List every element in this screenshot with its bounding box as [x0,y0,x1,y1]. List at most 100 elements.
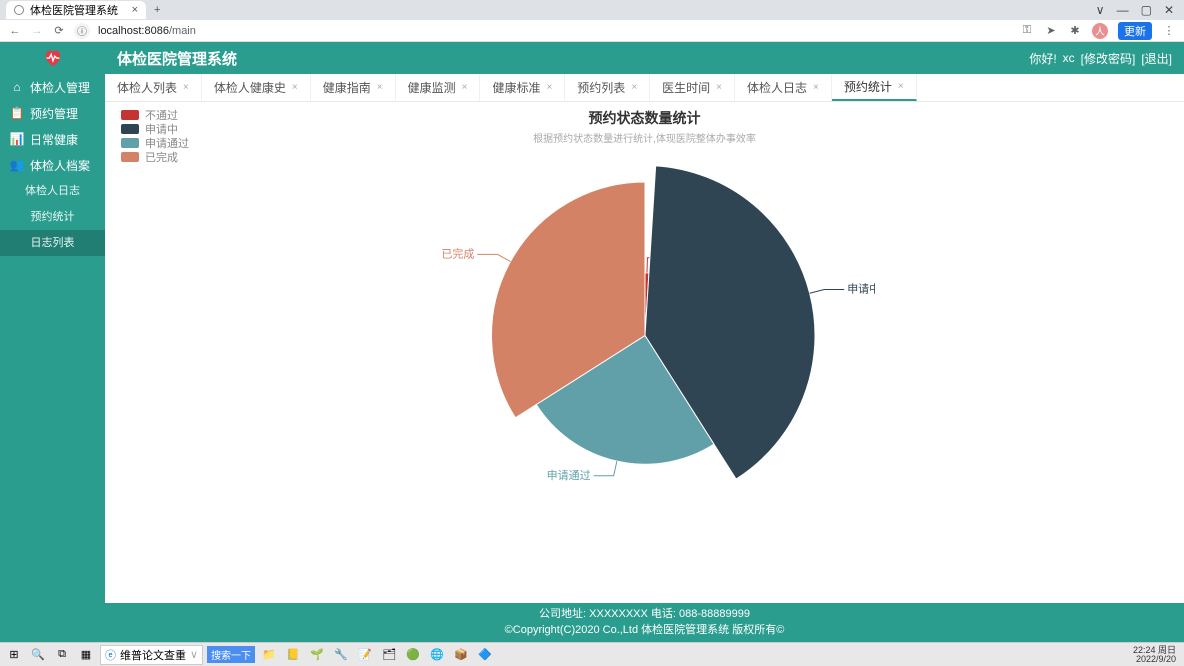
logout-link[interactable]: [退出] [1141,50,1172,67]
tab-close-icon[interactable]: × [631,82,637,93]
sidebar-item-0[interactable]: ⌂ 体检人管理 [0,74,105,100]
content-tab-0[interactable]: 体检人列表 × [105,74,202,101]
tab-label: 体检人日志 [747,79,807,96]
tab-label: 医生时间 [662,79,710,96]
sidebar-item-label: 体检人管理 [30,79,90,96]
nav-back-icon[interactable]: ← [8,25,22,37]
content-tab-7[interactable]: 体检人日志 × [735,74,832,101]
change-password-link[interactable]: [修改密码] [1081,50,1136,67]
content-tab-8[interactable]: 预约统计 × [832,74,917,101]
site-info-icon[interactable]: ⓘ [74,23,90,39]
tab-close-icon[interactable]: × [462,82,468,93]
key-icon[interactable]: ⚿ [1020,24,1034,37]
widgets-icon[interactable]: ▦ [76,645,96,665]
menu-icon[interactable]: ⋮ [1162,24,1176,37]
heart-logo-icon [42,47,64,69]
browser-tab[interactable]: 体检医院管理系统 × [6,1,146,19]
sidebar-item-2[interactable]: 📊 日常健康 [0,126,105,152]
sidebar-item-3[interactable]: 👥体检人档案 [0,152,105,178]
footer: 公司地址: XXXXXXXX 电话: 088-88889999 ©Copyrig… [105,603,1184,642]
content-tab-6[interactable]: 医生时间 × [650,74,735,101]
tab-close-icon[interactable]: × [377,82,383,93]
app-icon-2[interactable]: 📒 [283,645,303,665]
chrome-icon[interactable]: 🌐 [427,645,447,665]
extension-icon[interactable]: ✱ [1068,24,1082,37]
greeting-label: 你好! [1029,50,1056,67]
pie-chart[interactable]: 不通过申请中申请通过已完成 [415,145,875,580]
tab-label: 健康指南 [323,79,371,96]
content-tab-1[interactable]: 体检人健康史 × [202,74,311,101]
search-button[interactable]: 搜索一下 [207,646,255,663]
profile-avatar[interactable]: 人 [1092,23,1108,39]
ie-icon: ⓔ [105,647,116,663]
calendar-icon: 📋 [10,106,24,120]
topbar: 体检医院管理系统 你好! xc [修改密码] [退出] [105,42,1184,74]
app-icon-4[interactable]: 🔧 [331,645,351,665]
update-button[interactable]: 更新 [1118,22,1152,40]
chart-title: 预约状态数量统计 [105,108,1184,128]
tab-favicon [14,5,24,15]
legend-item-3[interactable]: 已完成 [121,150,189,164]
app-title: 体检医院管理系统 [117,48,237,69]
app-icon-6[interactable]: 🗂 [379,645,399,665]
sidebar-item-label: 预约管理 [30,105,78,122]
app-icon-9[interactable]: 📦 [451,645,471,665]
browser-address-bar: ← → ⟳ ⓘ localhost:8086/main ⚿ ➤ ✱ 人 更新 ⋮ [0,20,1184,42]
pie-label-申请中: 申请中 [847,282,875,295]
content-tabs: 体检人列表×体检人健康史×健康指南×健康监测×健康标准×预约列表×医生时间×体检… [105,74,1184,102]
sidebar-item-label: 日常健康 [30,131,78,148]
sidebar-item-1[interactable]: 📋 预约管理 [0,100,105,126]
app-icon-3[interactable]: 🌱 [307,645,327,665]
tab-label: 预约列表 [577,79,625,96]
url-field[interactable]: localhost:8086/main [98,25,1012,37]
app-icon-7[interactable]: 🟢 [403,645,423,665]
content-tab-3[interactable]: 健康监测 × [396,74,481,101]
chart-subtitle: 根据预约状态数量进行统计,体现医院整体办事效率 [105,130,1184,145]
username-label: xc [1063,51,1075,65]
logo [0,42,105,74]
tab-label: 健康监测 [408,79,456,96]
tab-label: 预约统计 [844,78,892,95]
window-maximize-icon[interactable]: ▢ [1141,3,1152,17]
content-tab-5[interactable]: 预约列表 × [565,74,650,101]
bar-icon: 📊 [10,132,24,146]
window-minimize-icon[interactable]: — [1117,3,1129,17]
nav-reload-icon[interactable]: ⟳ [52,24,66,37]
task-view-icon[interactable]: ⧉ [52,645,72,665]
tab-close-icon[interactable]: × [716,82,722,93]
footer-address: 公司地址: XXXXXXXX 电话: 088-88889999 [105,607,1184,622]
app-icon-1[interactable]: 📁 [259,645,279,665]
nav-forward-icon: → [30,25,44,37]
tab-close-icon[interactable]: × [898,81,904,92]
window-close-icon[interactable]: ✕ [1164,3,1174,17]
tab-label: 健康标准 [492,79,540,96]
chart-area: 不通过申请中申请通过已完成 预约状态数量统计 根据预约状态数量进行统计,体现医院… [105,102,1184,603]
search-icon[interactable]: 🔍 [28,645,48,665]
app-icon-10[interactable]: 🔷 [475,645,495,665]
send-icon[interactable]: ➤ [1044,24,1058,37]
sidebar-sub-1[interactable]: 预约统计 [0,204,105,230]
tab-close-icon[interactable]: × [183,82,189,93]
pie-label-申请通过: 申请通过 [546,468,590,481]
home-icon: ⌂ [10,80,24,94]
content-tab-2[interactable]: 健康指南 × [311,74,396,101]
taskbar-search[interactable]: ⓔ 维普论文查重 ∨ [100,645,203,665]
start-button[interactable]: ⊞ [4,645,24,665]
tab-label: 体检人列表 [117,79,177,96]
sidebar-sub-0[interactable]: 体检人日志 [0,178,105,204]
users-icon: 👥 [10,158,24,172]
tab-close-icon[interactable]: × [813,82,819,93]
tab-close-icon[interactable]: × [292,82,298,93]
legend-label: 已完成 [145,149,178,165]
content-tab-4[interactable]: 健康标准 × [480,74,565,101]
window-settings-icon[interactable]: ∨ [1096,3,1105,17]
tab-label: 体检人健康史 [214,79,286,96]
new-tab-button[interactable]: + [154,4,160,16]
pie-label-已完成: 已完成 [441,246,474,260]
tab-close-icon[interactable]: × [132,4,138,16]
tab-close-icon[interactable]: × [546,82,552,93]
sidebar-sub-2[interactable]: 日志列表 [0,230,105,256]
app-icon-5[interactable]: 📝 [355,645,375,665]
taskbar: ⊞ 🔍 ⧉ ▦ ⓔ 维普论文查重 ∨ 搜索一下 📁 📒 🌱 🔧 📝 🗂 🟢 🌐 … [0,642,1184,666]
taskbar-clock[interactable]: 22:24 周日 2022/9/20 [1133,646,1180,664]
